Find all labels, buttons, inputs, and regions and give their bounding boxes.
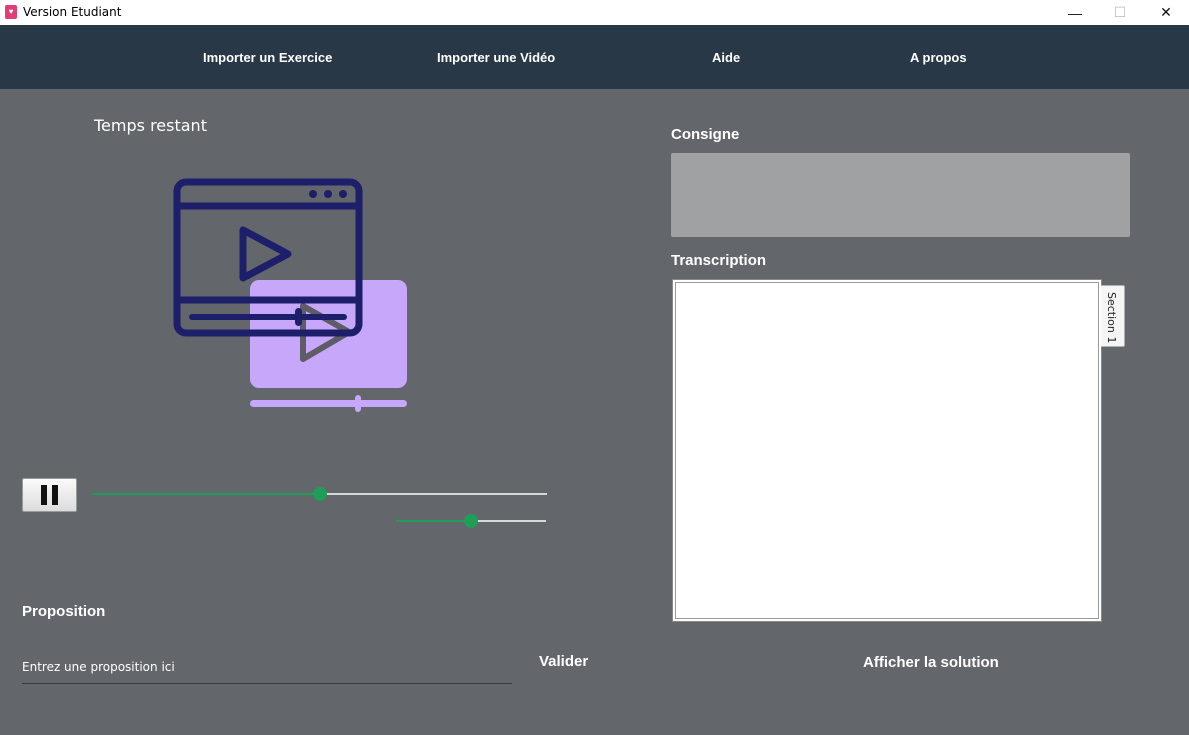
window-title: Version Etudiant [23, 5, 122, 19]
transcription-area[interactable] [672, 279, 1102, 622]
app-icon: ♥ [5, 5, 17, 19]
menu-about[interactable]: A propos [910, 50, 967, 65]
volume-slider[interactable] [396, 514, 546, 528]
menu-import-exercise[interactable]: Importer un Exercice [203, 50, 332, 65]
volume-slider-thumb[interactable] [464, 514, 478, 528]
progress-slider-thumb[interactable] [312, 487, 327, 501]
show-solution-button[interactable]: Afficher la solution [863, 654, 999, 671]
progress-slider-fill [92, 493, 320, 495]
window-titlebar: ♥ Version Etudiant — ☐ ✕ [0, 0, 1189, 25]
proposition-input[interactable] [22, 650, 512, 684]
tab-section-1-label: Section 1 [1105, 292, 1118, 344]
menu-import-video[interactable]: Importer une Vidéo [437, 50, 555, 65]
volume-slider-fill [396, 520, 471, 522]
close-button[interactable]: ✕ [1143, 0, 1189, 25]
tab-section-1[interactable]: Section 1 [1101, 285, 1125, 347]
video-placeholder-icon [170, 176, 415, 416]
menu-help[interactable]: Aide [712, 50, 740, 65]
instruction-box [671, 153, 1130, 237]
pause-button[interactable] [22, 478, 77, 512]
validate-button[interactable]: Valider [539, 653, 588, 670]
menu-bar: Importer un Exercice Importer une Vidéo … [0, 25, 1189, 89]
proposition-label: Proposition [22, 603, 106, 620]
instruction-label: Consigne [671, 126, 740, 143]
minimize-button[interactable]: — [1052, 0, 1098, 25]
transcription-label: Transcription [671, 252, 767, 269]
video-progress-slider[interactable] [92, 487, 547, 501]
maximize-button[interactable]: ☐ [1097, 0, 1143, 25]
remaining-time-label: Temps restant [94, 116, 207, 135]
pause-icon-bar-right [52, 485, 58, 505]
pause-icon-bar-left [41, 485, 47, 505]
